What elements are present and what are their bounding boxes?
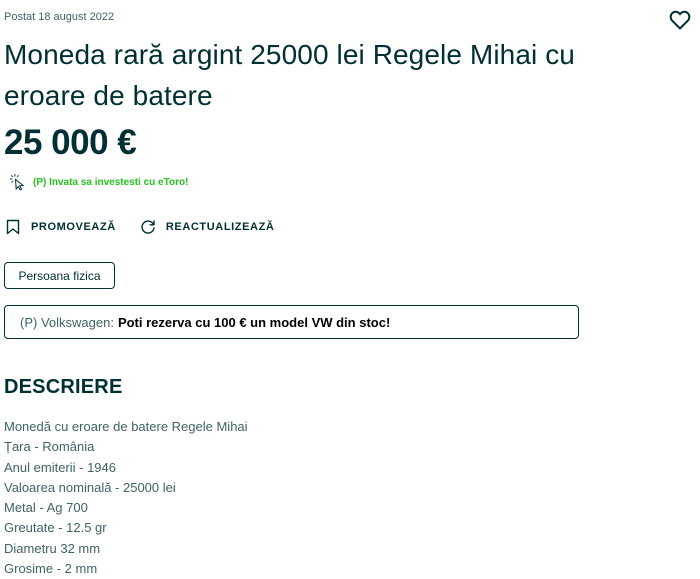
description-line: Anul emiterii - 1946 — [4, 459, 116, 475]
sponsored-banner[interactable]: (P) Volkswagen: Poti rezerva cu 100 € un… — [4, 305, 579, 339]
promote-label: PROMOVEAZĂ — [31, 221, 116, 233]
promote-button[interactable]: PROMOVEAZĂ — [5, 219, 116, 235]
listing-actions: PROMOVEAZĂ REACTUALIZEAZĂ — [5, 219, 298, 235]
refresh-button[interactable]: REACTUALIZEAZĂ — [140, 219, 275, 235]
listing-title: Moneda rară argint 25000 lei Regele Miha… — [4, 39, 575, 111]
description-line: Valoarea nominală - 25000 lei — [4, 479, 176, 495]
refresh-icon — [141, 220, 155, 234]
banner-text: Poti rezerva cu 100 € un model VW din st… — [117, 314, 391, 330]
description-line: Țara - România — [4, 439, 95, 455]
banner-prefix: (P) Volkswagen: — [20, 314, 114, 330]
seller-type-badge[interactable]: Persoana fizica — [4, 262, 115, 289]
heart-icon[interactable] — [668, 8, 692, 32]
description-line: Diametru 32 mm — [4, 540, 101, 556]
click-cursor-icon — [10, 174, 25, 191]
posted-date: Postat 18 august 2022 — [4, 11, 115, 23]
bookmark-icon — [6, 219, 20, 235]
refresh-label: REACTUALIZEAZĂ — [165, 221, 275, 233]
description-line: Metal - Ag 700 — [4, 500, 88, 516]
description-body: Monedă cu eroare de batere Regele Mihai … — [4, 417, 248, 579]
sponsored-link[interactable]: (P) Invata sa investesti cu eToro! — [9, 173, 188, 191]
description-line: Monedă cu eroare de batere Regele Mihai — [4, 419, 248, 434]
sponsored-link-text[interactable]: (P) Invata sa investesti cu eToro! — [33, 177, 188, 188]
description-heading: DESCRIERE — [4, 376, 123, 398]
listing-price: 25 000 € — [4, 123, 137, 162]
description-line: Greutate - 12.5 gr — [4, 520, 107, 536]
description-line: Grosime - 2 mm — [4, 561, 98, 577]
